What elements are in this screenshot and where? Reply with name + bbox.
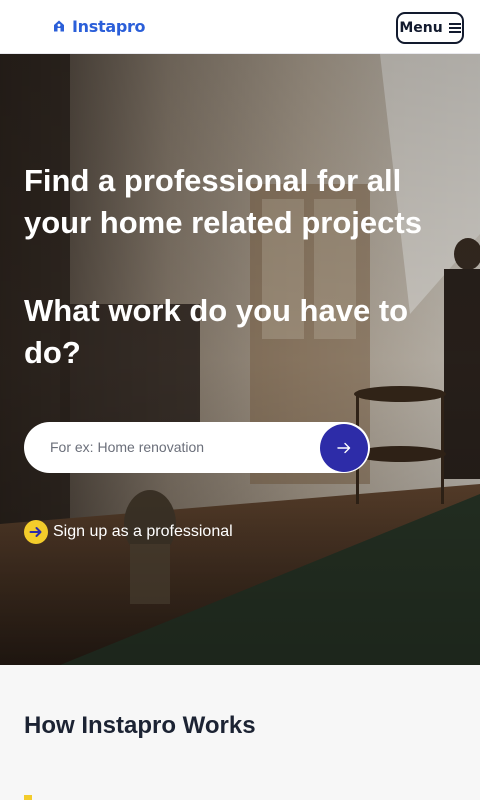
- hero-question: What work do you have to do?: [24, 293, 409, 370]
- menu-label: Menu: [399, 20, 443, 36]
- hero-section: Find a professional for all your home re…: [0, 54, 480, 665]
- signup-professional-link[interactable]: Sign up as a professional: [24, 520, 233, 544]
- search-box: [24, 422, 370, 473]
- signup-professional-label: Sign up as a professional: [53, 523, 233, 540]
- search-submit-button[interactable]: [320, 424, 368, 472]
- instapro-logo-icon: [54, 20, 64, 32]
- arrow-right-circle-icon: [24, 520, 48, 544]
- search-input[interactable]: [50, 437, 310, 457]
- how-it-works-heading: How Instapro Works: [24, 712, 256, 739]
- menu-button[interactable]: Menu: [396, 12, 464, 44]
- logo-text: Instapro: [72, 16, 146, 36]
- hero-title: Find a professional for all your home re…: [24, 163, 422, 240]
- hamburger-icon: [448, 23, 461, 33]
- step-number-decoration: [24, 795, 32, 800]
- instapro-logo[interactable]: Instapro: [52, 14, 146, 38]
- arrow-right-icon: [337, 442, 351, 454]
- site-header: Instapro Menu: [0, 0, 480, 54]
